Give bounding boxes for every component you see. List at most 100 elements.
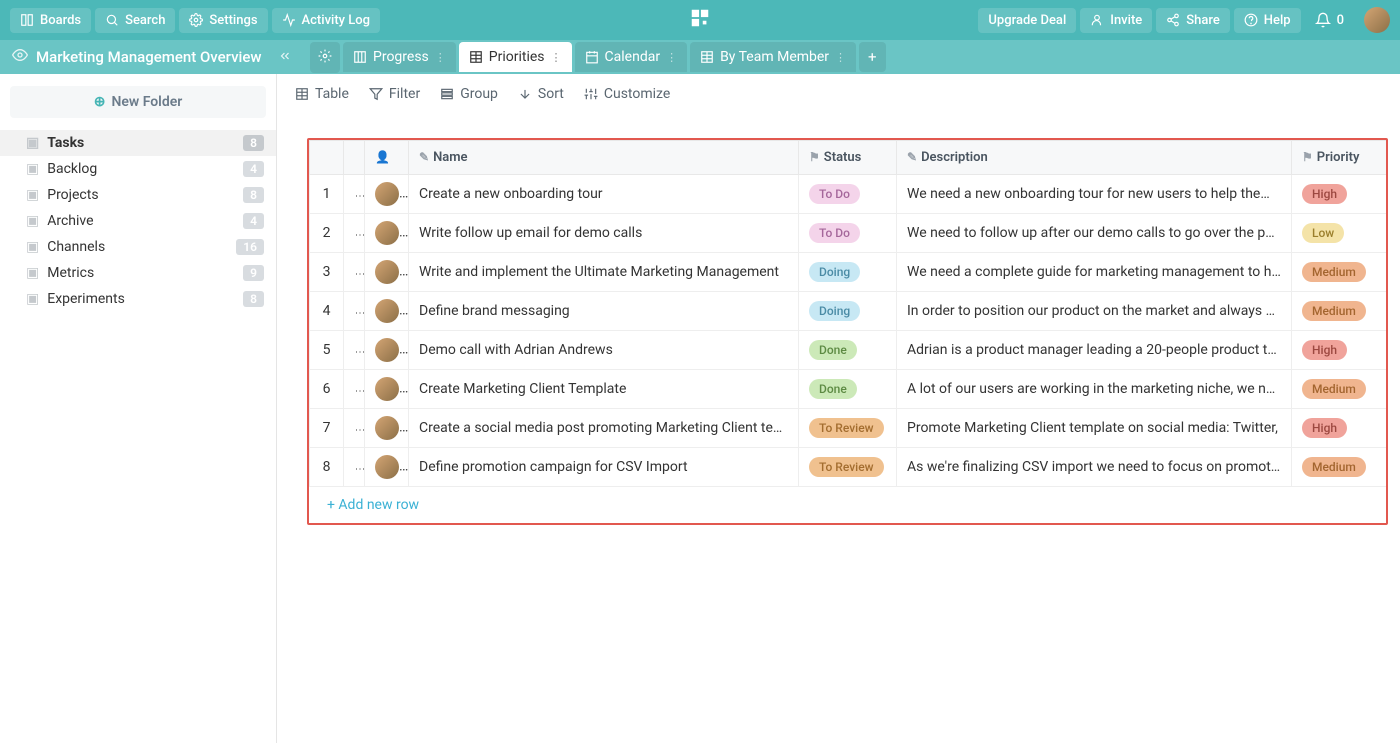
row-status-cell[interactable]: Done [799,331,897,370]
row-name-cell[interactable]: Define promotion campaign for CSV Import [409,448,799,487]
tab-label: Calendar [605,49,661,65]
col-header-assignee[interactable]: 👤 [365,141,409,175]
tab-menu-icon[interactable]: ⋮ [435,51,446,64]
group-button[interactable]: Group [440,86,498,102]
row-assignee[interactable] [365,214,409,253]
row-name-cell[interactable]: Demo call with Adrian Andrews [409,331,799,370]
row-desc-cell[interactable]: A lot of our users are working in the ma… [897,370,1292,409]
table-row[interactable]: 8⋮Define promotion campaign for CSV Impo… [310,448,1387,487]
add-tab-button[interactable]: + [859,42,886,72]
row-menu-button[interactable]: ⋮ [344,370,365,409]
row-name-cell[interactable]: Write follow up email for demo calls [409,214,799,253]
row-priority-cell[interactable]: High [1292,175,1387,214]
row-name-cell[interactable]: Create Marketing Client Template [409,370,799,409]
customize-button[interactable]: Customize [584,86,670,102]
new-folder-button[interactable]: ⊕ New Folder [10,86,266,118]
workspace-title[interactable]: Marketing Management Overview [36,48,266,66]
sidebar-item-backlog[interactable]: ▣Backlog4 [0,156,276,182]
view-table-button[interactable]: Table [295,86,349,102]
col-header-name[interactable]: ✎Name [409,141,799,175]
row-assignee[interactable] [365,331,409,370]
row-desc-cell[interactable]: In order to position our product on the … [897,292,1292,331]
row-priority-cell[interactable]: Low [1292,214,1387,253]
table-row[interactable]: 4⋮Define brand messagingDoingIn order to… [310,292,1387,331]
more-icon: ⋮ [354,464,365,471]
collapse-sidebar-button[interactable] [274,44,296,71]
row-priority-cell[interactable]: Medium [1292,448,1387,487]
row-desc-cell[interactable]: We need a new onboarding tour for new us… [897,175,1292,214]
row-menu-button[interactable]: ⋮ [344,214,365,253]
row-assignee[interactable] [365,409,409,448]
row-menu-button[interactable]: ⋮ [344,409,365,448]
table-row[interactable]: 6⋮Create Marketing Client TemplateDoneA … [310,370,1387,409]
table-row[interactable]: 7⋮Create a social media post promoting M… [310,409,1387,448]
row-desc-cell[interactable]: We need a complete guide for marketing m… [897,253,1292,292]
table-row[interactable]: 3⋮Write and implement the Ultimate Marke… [310,253,1387,292]
row-status-cell[interactable]: Done [799,370,897,409]
row-status-cell[interactable]: To Review [799,448,897,487]
boards-button[interactable]: Boards [10,8,91,33]
row-desc-cell[interactable]: Adrian is a product manager leading a 20… [897,331,1292,370]
sidebar-item-metrics[interactable]: ▣Metrics9 [0,260,276,286]
status-badge: Doing [809,301,860,321]
user-avatar[interactable] [1364,7,1390,33]
row-status-cell[interactable]: Doing [799,253,897,292]
table-row[interactable]: 1⋮Create a new onboarding tourTo DoWe ne… [310,175,1387,214]
sidebar-item-channels[interactable]: ▣Channels16 [0,234,276,260]
row-menu-button[interactable]: ⋮ [344,448,365,487]
activity-button[interactable]: Activity Log [272,8,381,33]
tab-menu-icon[interactable]: ⋮ [551,51,562,64]
tab-menu-icon[interactable]: ⋮ [835,51,846,64]
row-status-cell[interactable]: To Do [799,175,897,214]
settings-button[interactable]: Settings [179,8,267,33]
sidebar-item-tasks[interactable]: ▣Tasks8 [0,130,276,156]
row-assignee[interactable] [365,370,409,409]
sort-button[interactable]: Sort [518,86,564,102]
row-name-cell[interactable]: Create a social media post promoting Mar… [409,409,799,448]
tab-menu-icon[interactable]: ⋮ [666,51,677,64]
notifications-button[interactable]: 0 [1305,7,1354,33]
row-assignee[interactable] [365,253,409,292]
col-header-description[interactable]: ✎Description [897,141,1292,175]
sidebar-item-archive[interactable]: ▣Archive4 [0,208,276,234]
col-header-status[interactable]: ⚑Status [799,141,897,175]
help-button[interactable]: Help [1234,8,1301,33]
sidebar-item-projects[interactable]: ▣Projects8 [0,182,276,208]
row-status-cell[interactable]: To Do [799,214,897,253]
share-button[interactable]: Share [1156,8,1230,33]
row-priority-cell[interactable]: High [1292,409,1387,448]
row-priority-cell[interactable]: Medium [1292,370,1387,409]
tab-by-team-member[interactable]: By Team Member ⋮ [690,42,856,72]
row-desc-cell[interactable]: We need to follow up after our demo call… [897,214,1292,253]
row-assignee[interactable] [365,175,409,214]
row-priority-cell[interactable]: Medium [1292,292,1387,331]
row-priority-cell[interactable]: High [1292,331,1387,370]
add-row-button[interactable]: + Add new row [309,487,1386,523]
row-name-cell[interactable]: Write and implement the Ultimate Marketi… [409,253,799,292]
sidebar-item-experiments[interactable]: ▣Experiments8 [0,286,276,312]
row-status-cell[interactable]: Doing [799,292,897,331]
search-button[interactable]: Search [95,8,175,33]
row-assignee[interactable] [365,292,409,331]
row-desc-cell[interactable]: Promote Marketing Client template on soc… [897,409,1292,448]
row-priority-cell[interactable]: Medium [1292,253,1387,292]
table-row[interactable]: 5⋮Demo call with Adrian AndrewsDoneAdria… [310,331,1387,370]
row-name-cell[interactable]: Create a new onboarding tour [409,175,799,214]
tab-priorities[interactable]: Priorities ⋮ [459,42,572,72]
row-menu-button[interactable]: ⋮ [344,253,365,292]
tab-settings-button[interactable] [310,42,340,73]
table-row[interactable]: 2⋮Write follow up email for demo callsTo… [310,214,1387,253]
upgrade-button[interactable]: Upgrade Deal [978,8,1076,33]
row-menu-button[interactable]: ⋮ [344,331,365,370]
row-menu-button[interactable]: ⋮ [344,175,365,214]
tab-progress[interactable]: Progress ⋮ [343,42,456,72]
filter-button[interactable]: Filter [369,86,420,102]
row-status-cell[interactable]: To Review [799,409,897,448]
invite-button[interactable]: Invite [1080,8,1152,33]
row-desc-cell[interactable]: As we're finalizing CSV import we need t… [897,448,1292,487]
tab-calendar[interactable]: Calendar ⋮ [575,42,688,72]
row-assignee[interactable] [365,448,409,487]
row-menu-button[interactable]: ⋮ [344,292,365,331]
col-header-priority[interactable]: ⚑Priority [1292,141,1387,175]
row-name-cell[interactable]: Define brand messaging [409,292,799,331]
